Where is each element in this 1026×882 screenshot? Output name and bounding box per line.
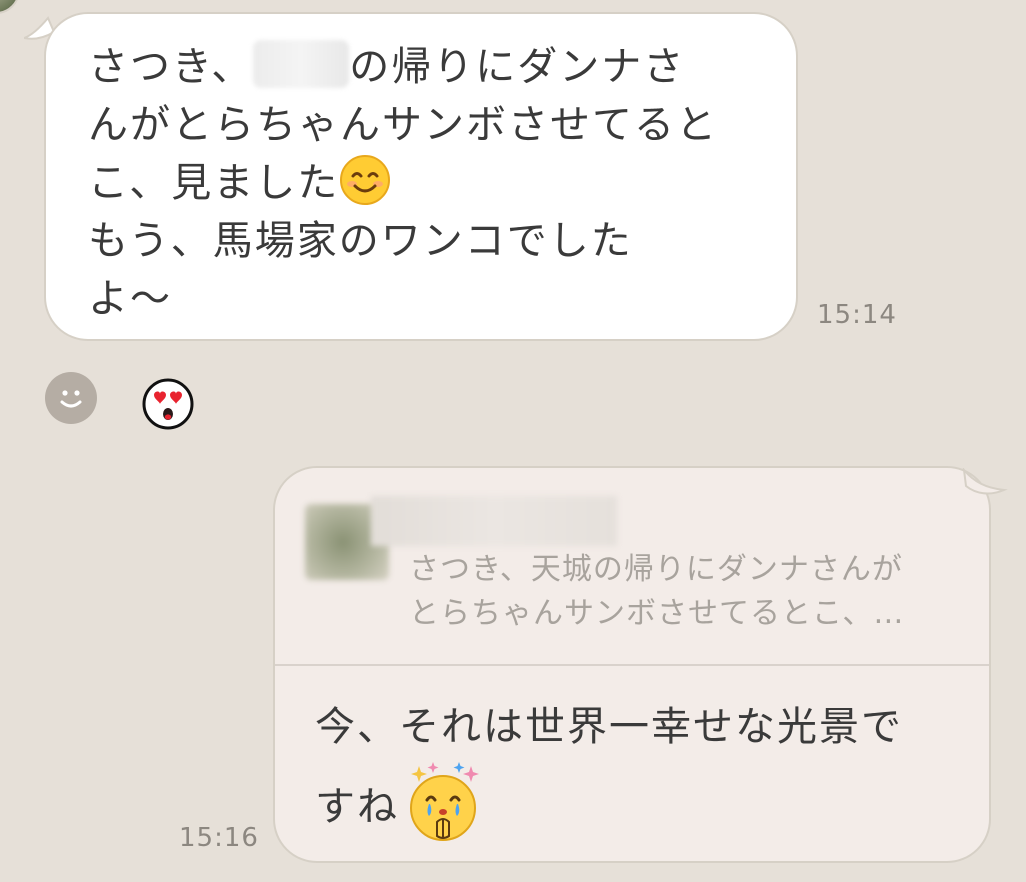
incoming-line-1a: さつき、	[88, 44, 254, 90]
add-reaction-button[interactable]	[45, 372, 97, 424]
outgoing-bubble-tail	[960, 468, 1010, 508]
incoming-line-1b: の帰りにダンナさ	[349, 44, 686, 90]
smiling-face-icon	[340, 155, 391, 205]
sender-avatar[interactable]	[0, 0, 20, 14]
incoming-line-3: こ、見ました	[88, 160, 340, 206]
incoming-line-4: もう、馬場家のワンコでした	[88, 218, 633, 264]
outgoing-line-1: 今、それは世界一幸せな光景で	[315, 704, 903, 750]
redacted-place-name	[253, 40, 350, 88]
outgoing-timestamp: 15:16	[179, 823, 259, 853]
outgoing-message-bubble[interactable]: さつき、天城の帰りにダンナさんが とらちゃんサンボさせてるとこ、… 今、それは世…	[273, 466, 991, 863]
heart-eyes-face-icon	[142, 378, 194, 430]
incoming-timestamp: 15:14	[817, 300, 897, 330]
reply-line-2: とらちゃんサンボさせてるとこ、…	[409, 596, 905, 631]
outgoing-line-2: すね	[315, 784, 399, 830]
outgoing-message-text: 今、それは世界一幸せな光景で すね	[315, 694, 975, 844]
incoming-line-2: んがとらちゃんサンボさせてると	[88, 102, 718, 148]
reply-sender-name-redacted	[371, 496, 617, 546]
reply-divider	[275, 664, 989, 666]
reply-quote-text[interactable]: さつき、天城の帰りにダンナさんが とらちゃんサンボさせてるとこ、…	[409, 548, 969, 636]
crying-praying-face-icon	[410, 762, 479, 841]
heart-eyes-reaction[interactable]	[141, 377, 195, 431]
chat-screen: さつき、 の帰りにダンナさ んがとらちゃんサンボさせてると こ、見ました もう、馬…	[0, 0, 1026, 882]
smile-outline-icon	[60, 390, 82, 408]
incoming-message-text: さつき、 の帰りにダンナさ んがとらちゃんサンボさせてると こ、見ました もう、馬…	[88, 38, 768, 328]
incoming-line-5: よ〜	[88, 276, 172, 322]
reply-line-1: さつき、天城の帰りにダンナさんが	[409, 552, 903, 587]
incoming-message-bubble[interactable]: さつき、 の帰りにダンナさ んがとらちゃんサンボさせてると こ、見ました もう、馬…	[44, 12, 798, 341]
